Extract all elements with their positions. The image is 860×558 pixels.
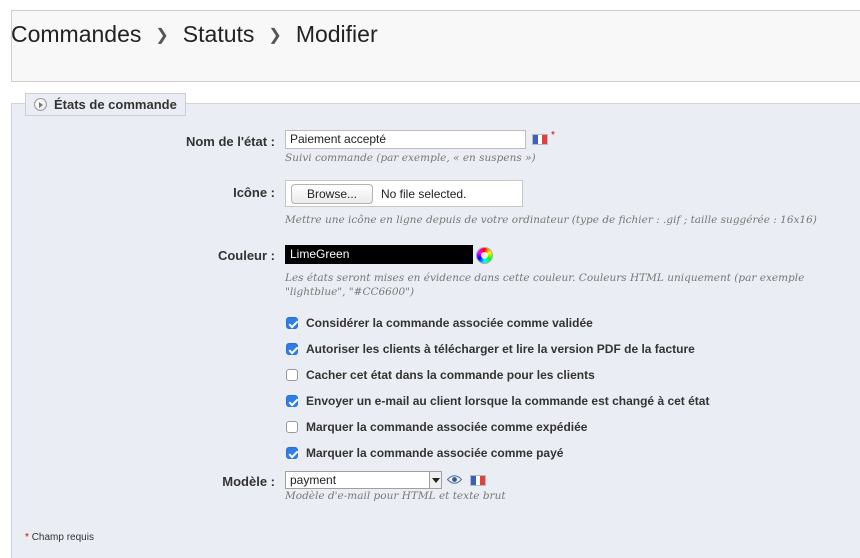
checkbox-label-pdf-invoice: Autoriser les clients à télécharger et l…	[306, 342, 695, 356]
browse-button[interactable]: Browse...	[291, 184, 373, 204]
checkbox-shipped[interactable]	[286, 421, 298, 433]
eye-icon[interactable]	[447, 474, 462, 485]
required-footnote-star: *	[25, 532, 29, 543]
french-flag-icon[interactable]	[470, 475, 486, 486]
checkbox-paid[interactable]	[286, 447, 298, 459]
icon-label: Icône :	[233, 185, 275, 200]
checkbox-row-send-email[interactable]: Envoyer un e-mail au client lorsque la c…	[286, 394, 709, 408]
french-flag-icon[interactable]	[532, 134, 548, 145]
checkbox-hidden[interactable]	[286, 369, 298, 381]
color-hint-line-2: "lightblue", "#CC6600")	[285, 286, 415, 298]
checkbox-label-paid: Marquer la commande associée comme payé	[306, 446, 564, 460]
state-name-label: Nom de l'état :	[185, 134, 275, 149]
color-wheel-icon[interactable]	[476, 247, 493, 264]
required-footnote-text: Champ requis	[31, 532, 94, 543]
chevron-down-icon[interactable]	[429, 472, 441, 488]
checkbox-validated[interactable]	[286, 317, 298, 329]
required-mark: *	[551, 130, 555, 141]
fieldset-legend: États de commande	[25, 93, 186, 116]
template-select-value: payment	[290, 473, 337, 487]
breadcrumb: Commandes ❯ Statuts ❯ Modifier	[11, 21, 378, 48]
fieldset-legend-text: États de commande	[54, 97, 177, 112]
clock-icon	[34, 98, 47, 111]
color-hint-line-1: Les états seront mises en évidence dans …	[285, 272, 805, 284]
breadcrumb-item-modifier: Modifier	[295, 21, 378, 47]
breadcrumb-item-commandes[interactable]: Commandes	[11, 21, 141, 47]
icon-hint: Mettre une icône en ligne depuis de votr…	[285, 214, 817, 226]
checkbox-row-validated[interactable]: Considérer la commande associée comme va…	[286, 316, 593, 330]
checkbox-send-email[interactable]	[286, 395, 298, 407]
checkbox-pdf-invoice[interactable]	[286, 343, 298, 355]
checkbox-row-paid[interactable]: Marquer la commande associée comme payé	[286, 446, 563, 460]
checkbox-label-shipped: Marquer la commande associée comme expéd…	[306, 420, 588, 434]
checkbox-label-validated: Considérer la commande associée comme va…	[306, 316, 593, 330]
state-name-hint: Suivi commande (par exemple, « en suspen…	[285, 152, 536, 164]
template-select[interactable]: payment	[285, 471, 442, 489]
color-label: Couleur :	[217, 248, 275, 263]
checkbox-row-shipped[interactable]: Marquer la commande associée comme expéd…	[286, 420, 587, 434]
chevron-right-icon: ❯	[268, 27, 282, 44]
chevron-right-icon: ❯	[155, 27, 169, 44]
checkbox-label-hidden: Cacher cet état dans la commande pour le…	[306, 368, 595, 382]
checkbox-row-hidden[interactable]: Cacher cet état dans la commande pour le…	[286, 368, 595, 382]
breadcrumb-item-statuts[interactable]: Statuts	[183, 21, 255, 47]
file-status-text: No file selected.	[381, 187, 467, 201]
color-input[interactable]: LimeGreen	[285, 245, 473, 264]
required-footnote: * Champ requis	[25, 532, 94, 543]
template-hint: Modèle d'e-mail pour HTML et texte brut	[285, 490, 506, 502]
state-name-input[interactable]: Paiement accepté	[285, 130, 526, 149]
template-label: Modèle :	[222, 474, 275, 489]
checkbox-row-pdf-invoice[interactable]: Autoriser les clients à télécharger et l…	[286, 342, 695, 356]
checkbox-label-send-email: Envoyer un e-mail au client lorsque la c…	[306, 394, 710, 408]
